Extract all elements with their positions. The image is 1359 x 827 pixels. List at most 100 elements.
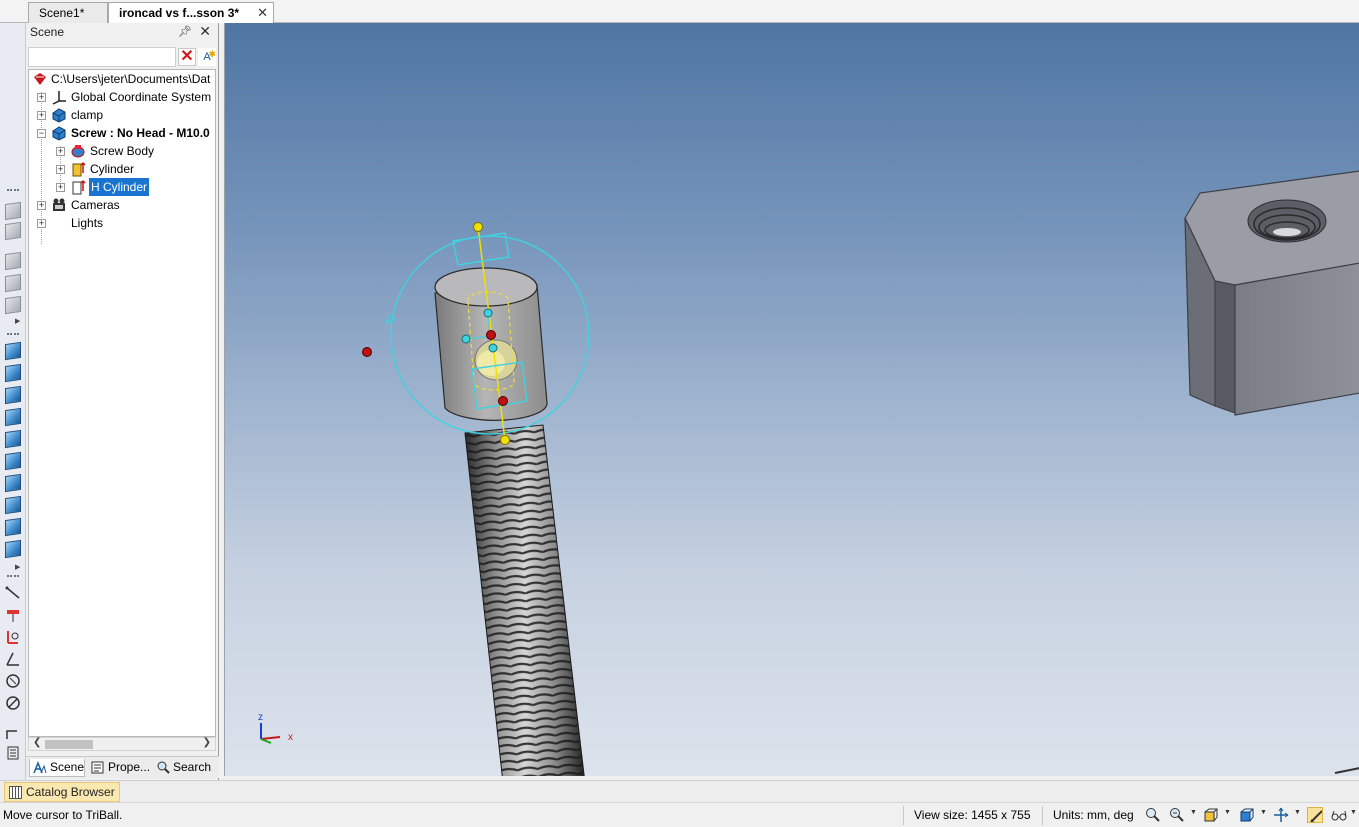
scene-search-input[interactable] xyxy=(28,47,176,67)
sketch-tool-icon[interactable] xyxy=(5,725,21,741)
scroll-left-icon[interactable]: ❮ xyxy=(33,737,41,748)
render-mode-icon[interactable] xyxy=(1239,807,1255,823)
expand-icon[interactable]: + xyxy=(56,165,65,174)
dropdown-arrow-icon[interactable]: ▼ xyxy=(1294,809,1301,816)
shape-cube-icon[interactable] xyxy=(5,539,21,559)
tree-item-label: Cylinder xyxy=(90,162,135,176)
sketch-mode-icon[interactable] xyxy=(1307,807,1323,823)
tree-item-screw[interactable]: − Screw : No Head - M10.0 xyxy=(29,124,215,142)
part-icon xyxy=(52,108,66,123)
zoom-window-icon[interactable] xyxy=(1169,807,1185,823)
camera-icon xyxy=(53,198,65,211)
tree-item-label: Screw Body xyxy=(90,144,155,158)
gray-cube-icon[interactable] xyxy=(5,295,21,315)
orbit-icon[interactable] xyxy=(1273,807,1289,823)
screw-shaft[interactable] xyxy=(464,424,585,776)
toolbar-expand-icon[interactable]: ▶ xyxy=(15,317,20,325)
tab-search[interactable]: Search xyxy=(153,759,213,777)
hole-cylinder-icon xyxy=(72,179,86,195)
axis-z-label: z xyxy=(258,712,263,723)
shape-cube-icon[interactable] xyxy=(5,473,21,493)
toolbar-grip[interactable] xyxy=(7,575,19,577)
gray-cube-icon[interactable] xyxy=(5,201,21,221)
tree-horizontal-scrollbar[interactable]: ❮ ❯ xyxy=(28,737,216,751)
spin-cube-icon[interactable] xyxy=(5,363,21,383)
gray-cube-icon[interactable] xyxy=(5,221,21,241)
tree-item-cameras[interactable]: + Cameras xyxy=(29,196,215,214)
tab-ironcad-comparison[interactable]: ironcad vs f...sson 3* ✕ xyxy=(108,2,274,24)
status-bar: Move cursor to TriBall. View size: 1455 … xyxy=(0,802,1359,827)
tab-label: Search xyxy=(173,760,212,774)
tree-item-label: H Cylinder xyxy=(89,178,150,196)
search-tab-icon xyxy=(157,761,170,774)
scroll-thumb[interactable] xyxy=(45,740,93,749)
dropdown-arrow-icon[interactable]: ▼ xyxy=(1350,809,1357,816)
more-tools-icon[interactable] xyxy=(5,745,21,761)
status-divider xyxy=(903,806,904,825)
screw-body-icon xyxy=(71,145,85,158)
clamp-block[interactable] xyxy=(1184,170,1359,774)
close-tab-icon[interactable]: ✕ xyxy=(257,5,268,21)
glasses-icon[interactable] xyxy=(1331,807,1347,823)
dimension-tool-icon[interactable] xyxy=(5,607,21,623)
circle-tool-icon[interactable] xyxy=(5,673,21,689)
tree-item-root[interactable]: C:\Users\jeter\Documents\Dat xyxy=(29,70,215,88)
shape-cube-icon[interactable] xyxy=(5,495,21,515)
tree-item-label: clamp xyxy=(71,108,104,122)
sweep-cube-icon[interactable] xyxy=(5,385,21,405)
status-divider xyxy=(1042,806,1043,825)
toolbar-expand-icon[interactable]: ▶ xyxy=(15,563,20,571)
tree-item-cylinder[interactable]: + Cylinder xyxy=(29,160,215,178)
tree-item-clamp[interactable]: + clamp xyxy=(29,106,215,124)
scene-panel: Scene 📌︎ ✕ ✕ A ✱ C:\Users\jeter\Documents… xyxy=(26,23,219,780)
find-icon[interactable]: A ✱ xyxy=(198,48,216,66)
line-tool-icon[interactable] xyxy=(5,585,21,601)
axis-x-label: x xyxy=(288,732,293,743)
extrude-cube-icon[interactable] xyxy=(5,341,21,361)
panel-tabs: Scene Prope... Search xyxy=(26,756,219,778)
catalog-browser-button[interactable]: Catalog Browser xyxy=(4,782,120,802)
gray-cube-icon[interactable] xyxy=(5,251,21,271)
document-tab-strip: Scene1* ironcad vs f...sson 3* ✕ xyxy=(0,0,1359,24)
clear-search-button[interactable]: ✕ xyxy=(178,48,196,66)
view-cube-icon[interactable] xyxy=(1203,807,1219,823)
collapse-icon[interactable]: − xyxy=(37,129,46,138)
zoom-icon[interactable] xyxy=(1145,807,1161,823)
toolbar-grip[interactable] xyxy=(7,189,19,191)
dropdown-arrow-icon[interactable]: ▼ xyxy=(1260,809,1267,816)
constraint-tool-icon[interactable] xyxy=(5,629,21,645)
scene-root-icon xyxy=(34,73,46,85)
angle-tool-icon[interactable] xyxy=(5,651,21,667)
expand-icon[interactable]: + xyxy=(37,93,46,102)
close-icon[interactable]: ✕ xyxy=(199,23,211,40)
tree-item-global-coordinate-system[interactable]: + Global Coordinate System xyxy=(29,88,215,106)
tab-properties[interactable]: Prope... xyxy=(88,759,152,777)
expand-icon[interactable]: + xyxy=(37,219,46,228)
dropdown-arrow-icon[interactable]: ▼ xyxy=(1190,809,1197,816)
tree-item-label: Global Coordinate System xyxy=(71,90,212,104)
loft-cube-icon[interactable] xyxy=(5,407,21,427)
shape-cube-icon[interactable] xyxy=(5,517,21,537)
tree-item-h-cylinder[interactable]: + H Cylinder xyxy=(29,178,215,196)
tree-item-lights[interactable]: + Lights xyxy=(29,214,215,232)
shape-cube-icon[interactable] xyxy=(5,451,21,471)
expand-icon[interactable]: + xyxy=(37,201,46,210)
tab-scene[interactable]: Scene xyxy=(29,759,85,777)
expand-icon[interactable]: + xyxy=(37,111,46,120)
toolbar-grip[interactable] xyxy=(7,333,19,335)
scroll-right-icon[interactable]: ❯ xyxy=(203,737,211,748)
pin-icon[interactable]: 📌︎ xyxy=(178,25,192,38)
tree-item-label: C:\Users\jeter\Documents\Dat xyxy=(51,72,211,86)
scene-search-row: ✕ A ✱ xyxy=(28,47,217,67)
3d-viewport[interactable]: z x xyxy=(224,23,1359,776)
tab-label: Scene1* xyxy=(39,6,85,20)
shape-cube-icon[interactable] xyxy=(5,429,21,449)
no-entry-tool-icon[interactable] xyxy=(5,695,21,711)
expand-icon[interactable]: + xyxy=(56,147,65,156)
gray-cube-icon[interactable] xyxy=(5,273,21,293)
tree-item-screw-body[interactable]: + Screw Body xyxy=(29,142,215,160)
expand-icon[interactable]: + xyxy=(56,183,65,192)
tab-scene1[interactable]: Scene1* xyxy=(28,2,108,23)
dropdown-arrow-icon[interactable]: ▼ xyxy=(1224,809,1231,816)
catalog-icon xyxy=(9,786,22,799)
